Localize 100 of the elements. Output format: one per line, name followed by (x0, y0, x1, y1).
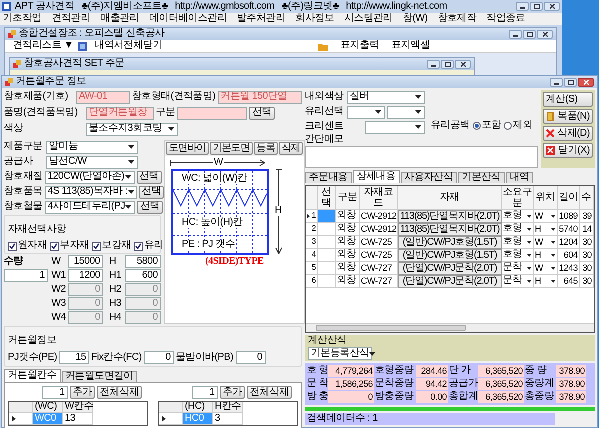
material-button[interactable]: 113(85)단열목지바(2.0T) (398, 223, 502, 236)
select-cell[interactable] (318, 275, 336, 288)
checkbox[interactable] (50, 242, 60, 250)
radio-button[interactable] (472, 122, 481, 130)
material-button[interactable]: 113(85)단열목지바(2.0T) (398, 210, 502, 223)
action-button[interactable]: 계산(S) (543, 92, 593, 107)
estimate-list-dropdown[interactable]: 견적리스트 ▼ (11, 41, 76, 51)
checkbox[interactable] (134, 242, 144, 250)
action-button[interactable]: 복품(N) (543, 109, 593, 124)
text-field[interactable]: 15 (59, 351, 90, 364)
horizontal-scrollbar[interactable] (306, 323, 594, 332)
toolbar-button[interactable]: 내역서전체닫기 (88, 41, 168, 51)
action-button[interactable]: 닫기(X) (543, 143, 593, 158)
usage-dropdown[interactable]: 호형 (502, 236, 534, 249)
close-button[interactable] (578, 78, 594, 86)
image-icon[interactable] (78, 42, 87, 50)
menu-item[interactable]: 창호제작 (438, 14, 477, 24)
select-cell[interactable] (318, 236, 336, 249)
clear-all-button[interactable]: 전체삭제 (247, 386, 292, 399)
drawing-button[interactable]: 기본도면 (210, 142, 253, 155)
select-cell[interactable] (318, 262, 336, 275)
dropdown[interactable]: 실버 (347, 90, 425, 104)
minimize-button[interactable] (427, 60, 440, 68)
dropdown[interactable]: 알미늄 (46, 140, 138, 154)
menu-item[interactable]: 발주처관리 (237, 14, 286, 24)
select-button[interactable]: 선택 (136, 170, 162, 184)
add-button[interactable]: 추가 (220, 386, 246, 399)
maximize-button[interactable] (564, 78, 577, 86)
maximize-button[interactable] (441, 60, 454, 68)
tab[interactable]: 사용자산식 (400, 172, 458, 183)
text-field[interactable]: 1 (4, 269, 48, 282)
close-button[interactable] (537, 30, 553, 38)
usage-dropdown[interactable]: 문착 (502, 262, 534, 275)
dropdown[interactable]: 4S 113(85)목자바 : (44, 186, 137, 198)
close-button[interactable] (455, 60, 471, 68)
action-button[interactable]: 삭제(D) (543, 126, 593, 141)
add-button[interactable]: 추가 (70, 386, 96, 399)
usage-dropdown[interactable]: 호형 (502, 249, 534, 262)
dropdown[interactable] (347, 106, 385, 118)
position-dropdown[interactable]: H (534, 249, 558, 262)
minimize-button[interactable] (550, 78, 563, 86)
dropdown[interactable]: 남선C/W (46, 156, 138, 168)
minimize-button[interactable] (516, 2, 529, 11)
menu-item[interactable]: 견적관리 (52, 14, 91, 24)
menu-item[interactable]: 매출관리 (100, 14, 140, 24)
position-dropdown[interactable]: W (534, 236, 558, 249)
position-dropdown[interactable]: W (534, 262, 558, 275)
select-button[interactable]: 선택 (249, 106, 275, 120)
select-button[interactable]: 선택 (137, 200, 163, 214)
tab[interactable]: 상세내용 (352, 170, 400, 183)
clear-all-button[interactable]: 전체삭제 (97, 386, 142, 399)
text-field[interactable]: 15000 (68, 255, 104, 268)
tab[interactable]: 내역 (506, 172, 534, 183)
toolbar-button[interactable]: 표지출력 (334, 41, 386, 51)
text-field[interactable]: 5800 (125, 255, 161, 268)
position-dropdown[interactable]: W (534, 210, 558, 223)
close-button[interactable] (544, 2, 560, 11)
material-button[interactable]: (일반)CW/PJ호형(1.5T) (398, 249, 502, 262)
text-field[interactable]: 0 (236, 351, 266, 364)
select-button[interactable]: 선택 (138, 186, 164, 198)
checkbox[interactable] (92, 242, 102, 250)
menu-item[interactable]: 기초작업 (3, 14, 42, 24)
material-button[interactable]: (일반)CW/PJ호형(1.5T) (398, 236, 502, 249)
tab[interactable]: 기본산식 (458, 172, 505, 183)
menu-item[interactable]: 창(W) (402, 14, 428, 24)
minimize-button[interactable] (509, 30, 522, 38)
material-button[interactable]: (단열)CW/PJ문착(2.0T) (398, 262, 502, 275)
menu-item[interactable]: 회사정보 (296, 14, 334, 24)
memo-field[interactable] (305, 146, 538, 168)
menu-item[interactable]: 시스템관리 (344, 14, 393, 24)
dropdown[interactable]: 불소수지3회코팅 (86, 122, 178, 136)
checkbox[interactable] (8, 242, 17, 250)
text-field[interactable]: 0 (144, 351, 174, 364)
dropdown[interactable] (387, 106, 425, 118)
maximize-button[interactable] (523, 30, 536, 38)
drawing-button[interactable]: 삭제 (279, 142, 304, 155)
usage-dropdown[interactable]: 호형 (502, 223, 534, 236)
text-field[interactable]: 1 (42, 386, 68, 399)
maximize-button[interactable] (530, 2, 543, 11)
select-cell[interactable] (318, 210, 336, 223)
dropdown[interactable]: 120CW(단열아존) (44, 170, 135, 184)
tab[interactable]: 커튼월도면길이 (62, 371, 138, 382)
tab[interactable]: 주문내용 (305, 172, 352, 183)
drawing-button[interactable]: 등록 (254, 142, 278, 155)
toolbar-button[interactable]: 표지엑셀 (385, 41, 436, 51)
menu-item[interactable]: 작업종료 (486, 14, 526, 24)
dropdown[interactable]: 4사이드테두리(PJ (44, 200, 136, 214)
drawing-button[interactable]: 도면바이 (166, 142, 209, 155)
text-field[interactable]: 1200 (68, 269, 104, 282)
usage-dropdown[interactable]: 호형 (502, 210, 534, 223)
material-button[interactable]: (단열)CW/PJ문착(2.0T) (398, 275, 502, 288)
position-dropdown[interactable]: H (534, 223, 558, 236)
position-dropdown[interactable]: H (534, 275, 558, 288)
select-cell[interactable] (318, 249, 336, 262)
usage-dropdown[interactable]: 문착 (502, 275, 534, 288)
select-cell[interactable] (318, 223, 336, 236)
menu-item[interactable]: 데이터베이스관리 (149, 14, 228, 24)
radio-button[interactable] (504, 122, 512, 130)
text-field[interactable]: 1 (192, 386, 218, 399)
text-field[interactable] (177, 106, 248, 120)
